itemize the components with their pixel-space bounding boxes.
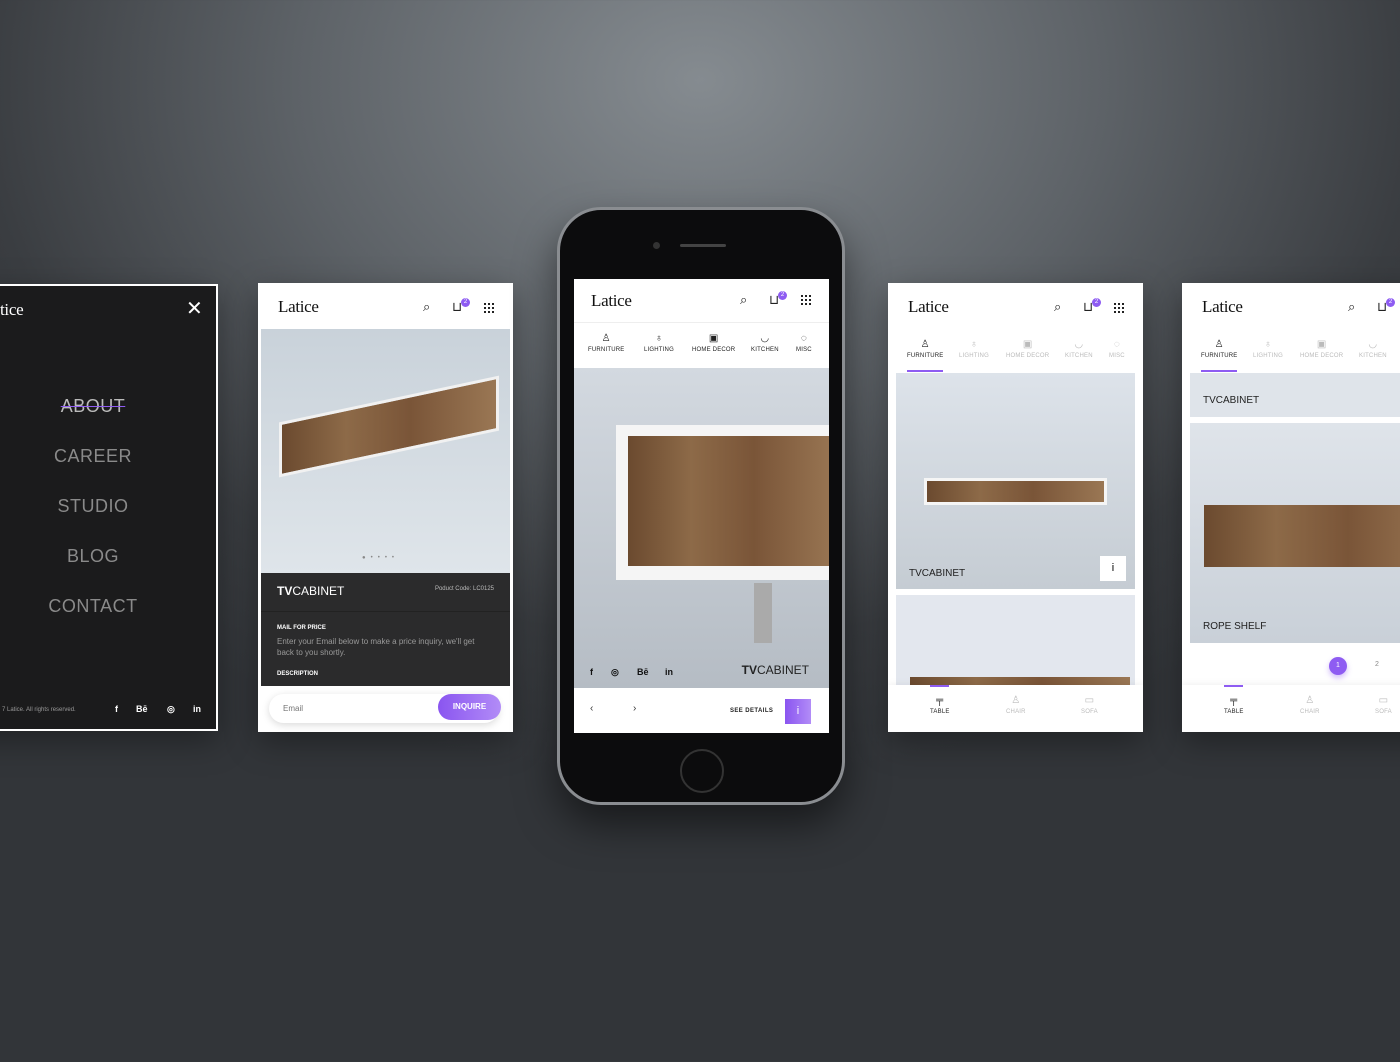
page-2[interactable]: 2 [1375,661,1379,668]
behance-icon[interactable]: Bē [136,704,148,714]
product-card[interactable]: TVCABINET [1190,373,1400,417]
inquire-button[interactable]: INQUIRE [438,694,501,720]
card-title: ROPE SHELF [1203,621,1267,632]
copyright: 7 Latice. All rights reserved. [2,707,76,713]
category-home-decor[interactable]: ▣ HOME DECOR [1300,339,1343,359]
instagram-icon[interactable]: ◎ [167,704,175,715]
description-heading: DESCRIPTION [277,671,319,677]
menu-list: ABOUT CAREER STUDIO BLOG CONTACT [2,396,184,646]
category-furniture[interactable]: ♙ FURNITURE [588,333,624,353]
mail-text: Enter your Email below to make a price i… [277,637,475,657]
menu-item-blog[interactable]: BLOG [2,546,184,567]
prev-button[interactable]: ‹ [590,703,593,714]
category-kitchen[interactable]: ◡ KITCHEN [1065,339,1093,359]
grid-menu-icon[interactable] [1114,303,1124,313]
category-lighting[interactable]: ♁ LIGHTING [1253,339,1283,359]
cart-badge: 2 [778,291,787,300]
category-furniture[interactable]: ♙ FURNITURE [907,339,943,359]
product-title: TVCABINET [741,663,809,677]
product-card[interactable]: ROPE SHELF [1190,423,1400,643]
bottom-tabs: ╤ TABLE ♙ CHAIR ▭ SOFA [1182,685,1400,732]
product-card[interactable] [896,595,1135,687]
card-title: TVCABINET [909,568,966,579]
logo: Latice [908,297,949,316]
logo: Latice [278,297,319,316]
logo: tice [0,300,24,319]
active-tab-indicator [907,370,943,372]
behance-icon[interactable]: Bē [637,667,649,677]
list-screen-2: Latice ⌕ ⊔ 2 ♙ FURNITURE ♁ LIGHTING ▣ HOME … [1182,283,1400,732]
category-lighting[interactable]: ♁ LIGHTING [644,333,674,353]
subtab-chair[interactable]: ♙ CHAIR [1300,695,1320,715]
carousel-dots[interactable]: ●•••• [362,555,399,561]
menu-screen: tice ✕ ABOUT CAREER STUDIO BLOG CONTACT … [0,284,218,731]
misc-icon: ◌ [800,333,807,344]
subtab-table[interactable]: ╤ TABLE [1224,695,1244,715]
lamp-icon: ♁ [655,333,663,344]
product-code: Poduct Code: LC0125 [434,586,494,592]
next-button[interactable]: › [633,703,636,714]
search-icon[interactable]: ⌕ [1348,299,1355,315]
search-icon[interactable]: ⌕ [740,292,747,308]
product-title: TVCABINET [277,584,345,598]
logo: Latice [1202,297,1243,316]
category-lighting[interactable]: ♁ LIGHTING [959,339,989,359]
menu-item-about[interactable]: ABOUT [2,396,184,417]
subtab-sofa[interactable]: ▭ SOFA [1081,695,1098,715]
subtab-sofa[interactable]: ▭ SOFA [1375,695,1392,715]
facebook-icon[interactable]: f [590,667,593,677]
see-details-link[interactable]: SEE DETAILS [730,708,773,714]
list-screen: Latice ⌕ ⊔ 2 ♙ FURNITURE ♁ LIGHTING ▣ HOME … [888,283,1143,732]
product-card[interactable]: TVCABINET i [896,373,1135,589]
category-furniture[interactable]: ♙ FURNITURE [1201,339,1237,359]
linkedin-icon[interactable]: in [193,704,201,714]
instagram-icon[interactable]: ◎ [611,667,619,678]
linkedin-icon[interactable]: in [665,667,673,677]
subtab-chair[interactable]: ♙ CHAIR [1006,695,1026,715]
logo: Latice [591,291,632,310]
bottom-tabs: ╤ TABLE ♙ CHAIR ▭ SOFA [888,685,1143,732]
subtab-table[interactable]: ╤ TABLE [930,695,950,715]
page-1[interactable]: 1 [1329,657,1347,675]
close-icon[interactable]: ✕ [186,296,203,321]
detail-screen: Latice ⌕ ⊔ 2 ●•••• TVCABINET Poduct Code… [258,283,513,732]
menu-item-career[interactable]: CAREER [2,446,184,467]
info-panel: TVCABINET Poduct Code: LC0125 MAIL FOR P… [261,573,510,686]
hero-image[interactable]: f ◎ Bē in TVCABINET [574,368,829,688]
menu-item-contact[interactable]: CONTACT [2,596,184,617]
search-icon[interactable]: ⌕ [423,299,430,315]
mail-heading: MAIL FOR PRICE [277,625,326,631]
grid-menu-icon[interactable] [484,303,494,313]
category-home-decor[interactable]: ▣ HOME DECOR [692,333,735,353]
cart-badge: 2 [461,298,470,307]
bowl-icon: ◡ [760,333,770,344]
speaker [680,244,726,247]
picture-icon: ▣ [708,333,719,344]
category-kitchen[interactable]: ◡ KITCHEN [751,333,779,353]
cart-badge: 2 [1386,298,1395,307]
info-button[interactable]: i [785,699,811,724]
chair-icon: ♙ [601,333,611,344]
facebook-icon[interactable]: f [115,704,118,714]
info-button[interactable]: i [1100,556,1126,581]
cart-badge: 2 [1092,298,1101,307]
product-image[interactable]: ●•••• [261,329,510,573]
grid-menu-icon[interactable] [801,295,811,305]
category-misc[interactable]: ◌ MISC [796,333,812,353]
category-misc[interactable]: ◌ MISC [1109,339,1125,359]
category-home-decor[interactable]: ▣ HOME DECOR [1006,339,1049,359]
menu-item-studio[interactable]: STUDIO [2,496,184,517]
phone-screen: Latice ⌕ ⊔ 2 ♙ FURNITURE ♁ LIGHTING ▣ HOME … [574,279,829,733]
search-icon[interactable]: ⌕ [1054,299,1061,315]
home-button[interactable] [680,749,724,793]
card-title: TVCABINET [1203,395,1260,406]
camera [653,242,660,249]
category-kitchen[interactable]: ◡ KITCHEN [1359,339,1387,359]
